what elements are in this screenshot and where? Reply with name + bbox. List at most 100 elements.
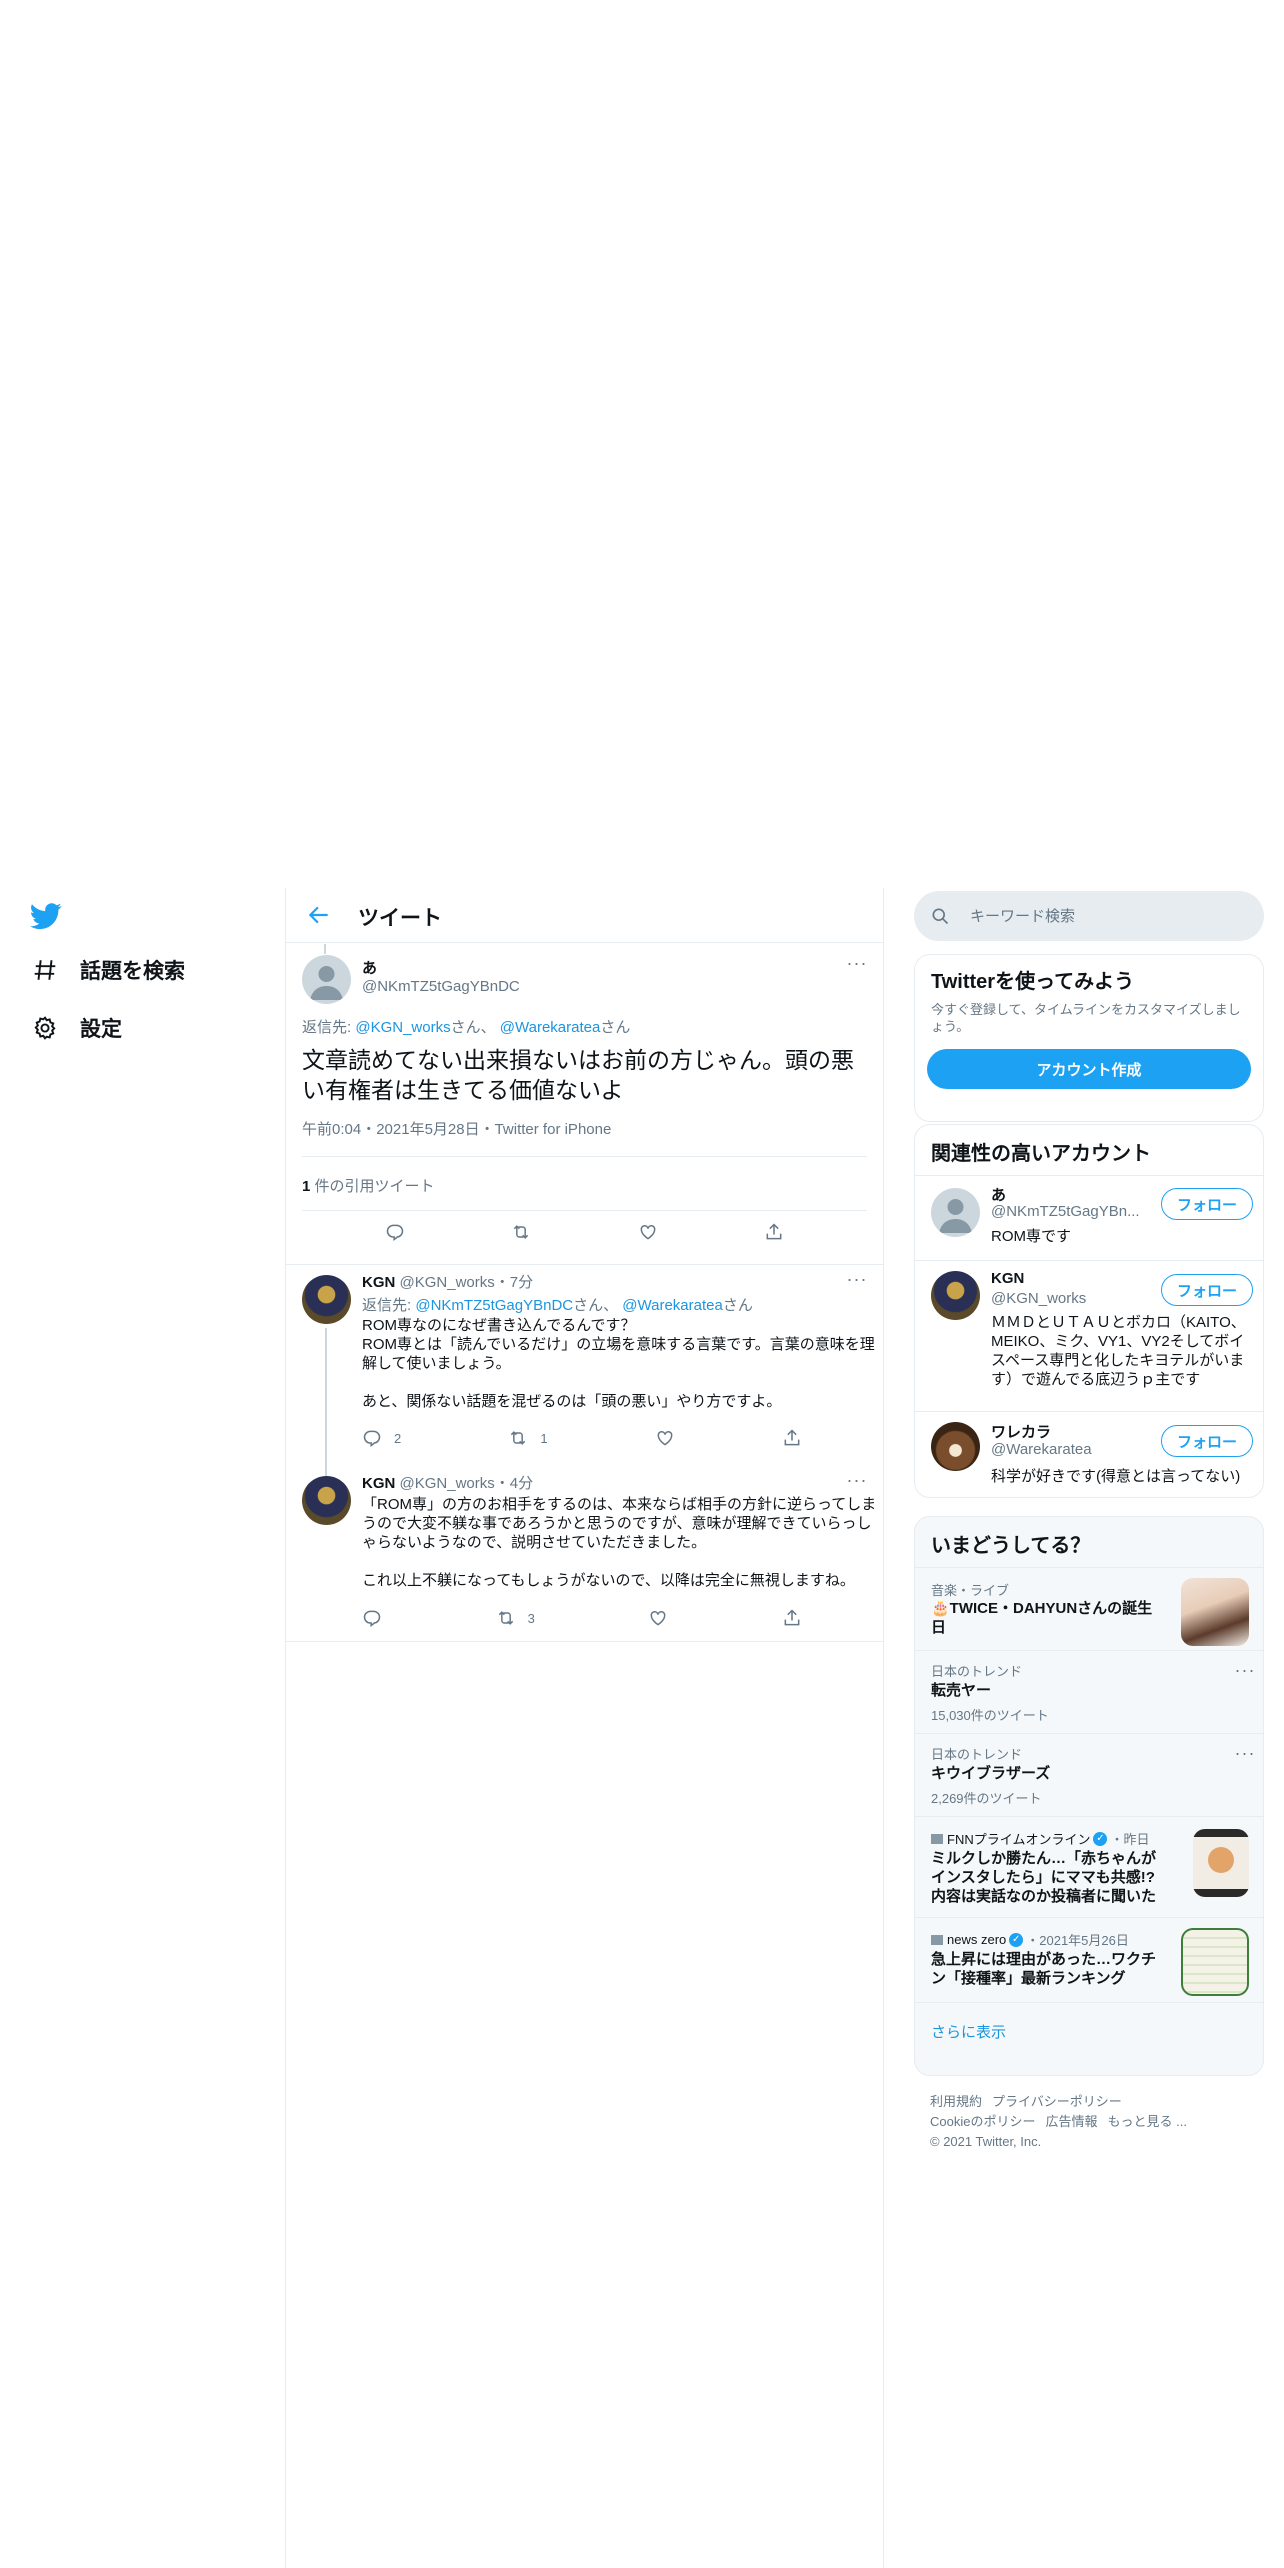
news-item[interactable]: news zero ✓ ・2021年5月26日 急上昇には理由があった…ワクチン…: [915, 1918, 1263, 2002]
avatar: [931, 1422, 980, 1471]
footer-link[interactable]: プライバシーポリシー: [992, 2094, 1122, 2109]
share-icon[interactable]: [782, 1608, 802, 1628]
search-icon: [930, 906, 950, 926]
avatar[interactable]: [302, 1275, 351, 1324]
main-header: ツイート: [286, 888, 883, 943]
reply-button[interactable]: 2: [362, 1428, 401, 1448]
retweet-button[interactable]: 3: [496, 1608, 535, 1628]
news-thumbnail: [1193, 1829, 1249, 1897]
avatar[interactable]: [302, 1476, 351, 1525]
mention-link[interactable]: @Warekaratea: [622, 1297, 723, 1314]
author-handle[interactable]: @KGN_works: [400, 1274, 495, 1291]
nav-item-label: 設定: [80, 1018, 122, 1041]
author-handle[interactable]: @NKmTZ5tGagYBnDC: [362, 978, 520, 995]
trend-context: 日本のトレンド: [931, 1747, 1023, 1762]
trend-item[interactable]: 音楽・ライブ 🎂TWICE・DAHYUNさんの誕生日: [915, 1568, 1263, 1650]
mention-link[interactable]: @Warekaratea: [500, 1019, 601, 1036]
mention-link[interactable]: @KGN_works: [355, 1019, 450, 1036]
divider: [915, 2002, 1263, 2003]
reply-icon[interactable]: [362, 1608, 382, 1628]
account-handle: @Warekaratea: [991, 1441, 1092, 1458]
news-source-row: FNNプライムオンライン ✓ ・昨日: [931, 1829, 1149, 1848]
author-name[interactable]: KGN: [362, 1274, 395, 1291]
footer-links: 利用規約 プライバシーポリシー Cookieのポリシー 広告情報 もっと見る ... …: [930, 2092, 1197, 2152]
tweet-text: ROM専なのになぜ書き込んでるんです？ ROM専とは「読んでいるだけ」の立場を意…: [362, 1317, 875, 1410]
share-icon[interactable]: [782, 1428, 802, 1448]
verified-badge-icon: ✓: [1009, 1932, 1024, 1947]
retweet-icon[interactable]: [511, 1222, 531, 1242]
verified-badge-icon: ✓: [1093, 1831, 1108, 1846]
account-handle: @KGN_works: [991, 1290, 1087, 1307]
footer-link[interactable]: 利用規約: [930, 2094, 982, 2109]
search-box[interactable]: [914, 891, 1264, 941]
tweet-time[interactable]: ・4分: [495, 1475, 533, 1492]
gear-icon: [30, 1013, 60, 1043]
author-name[interactable]: KGN: [362, 1475, 395, 1492]
more-options-icon[interactable]: ···: [1233, 1744, 1257, 1770]
more-options-icon[interactable]: ···: [845, 1471, 869, 1497]
trend-item[interactable]: 日本のトレンド キウイブラザーズ 2,269件のツイート ···: [915, 1734, 1263, 1816]
account-name: KGN: [991, 1270, 1025, 1287]
more-options-icon[interactable]: ···: [845, 954, 869, 980]
nav-item-label: 話題を検索: [80, 960, 185, 983]
news-logo-icon: [931, 1833, 943, 1844]
trend-title: 転売ヤー: [931, 1682, 992, 1699]
reply-icon: [363, 1430, 381, 1447]
nav-item-explore[interactable]: 話題を検索: [30, 950, 185, 990]
like-icon[interactable]: [638, 1222, 658, 1242]
avatar[interactable]: [302, 955, 351, 1004]
tweet-meta[interactable]: 午前0:04・2021年5月28日・Twitter for iPhone: [302, 1118, 611, 1139]
tweet-actions: [286, 1222, 883, 1242]
follow-button[interactable]: フォロー: [1161, 1274, 1253, 1306]
back-arrow-icon[interactable]: [306, 902, 332, 928]
news-thumbnail: [1181, 1928, 1249, 1996]
quote-tweet-count[interactable]: 1 件の引用ツイート: [302, 1175, 435, 1196]
card-title: Twitterを使ってみよう: [931, 971, 1135, 993]
like-icon[interactable]: [655, 1428, 675, 1448]
footer-link[interactable]: Cookieのポリシー: [930, 2114, 1035, 2129]
twitter-bird-icon[interactable]: [29, 900, 62, 932]
account-name: あ: [991, 1187, 1007, 1204]
trend-context: 日本のトレンド: [931, 1664, 1023, 1679]
more-options-icon[interactable]: ···: [1233, 1661, 1257, 1687]
tweet-actions: 2 1: [362, 1428, 862, 1448]
footer-more-link[interactable]: もっと見る ...: [1107, 2114, 1186, 2129]
account-bio: ROM専です: [991, 1228, 1071, 1245]
retweet-button[interactable]: 1: [508, 1428, 548, 1448]
retweet-icon: [498, 1611, 513, 1625]
trend-item[interactable]: 日本のトレンド 転売ヤー 15,030件のツイート ···: [915, 1651, 1263, 1733]
like-icon[interactable]: [648, 1608, 668, 1628]
hashtag-icon: [30, 955, 60, 985]
account-item[interactable]: あ @NKmTZ5tGagYBn... ROM専です フォロー: [915, 1176, 1263, 1260]
account-item[interactable]: ワレカラ @Warekaratea 科学が好きです(得意とは言ってない) フォロ…: [915, 1412, 1263, 1497]
news-title: 急上昇には理由があった…ワクチン「接種率」最新ランキング: [931, 1951, 1157, 1987]
avatar: [931, 1188, 980, 1237]
mention-link[interactable]: @NKmTZ5tGagYBnDC: [415, 1297, 573, 1314]
news-source-row: news zero ✓ ・2021年5月26日: [931, 1930, 1129, 1949]
footer-link[interactable]: 広告情報: [1045, 2114, 1097, 2129]
news-title: ミルクしか勝たん…「赤ちゃんがインスタしたら」にママも共感!? 内容は実話なのか…: [931, 1850, 1157, 1905]
news-item[interactable]: FNNプライムオンライン ✓ ・昨日 ミルクしか勝たん…「赤ちゃんがインスタした…: [915, 1817, 1263, 1917]
reply-icon[interactable]: [385, 1222, 405, 1242]
signup-card: Twitterを使ってみよう 今すぐ登録して、タイムラインをカスタマイズしましょ…: [914, 954, 1264, 1122]
follow-button[interactable]: フォロー: [1161, 1425, 1253, 1457]
follow-button[interactable]: フォロー: [1161, 1188, 1253, 1220]
more-options-icon[interactable]: ···: [845, 1270, 869, 1296]
column-divider: [883, 888, 884, 2568]
reply-context: 返信先: @NKmTZ5tGagYBnDCさん、 @Warekarateaさん: [362, 1297, 753, 1314]
share-icon[interactable]: [764, 1222, 784, 1242]
search-input[interactable]: [970, 904, 1250, 928]
author-handle[interactable]: @KGN_works: [400, 1475, 495, 1492]
signup-description: 今すぐ登録して、タイムラインをカスタマイズしましょう。: [931, 1002, 1241, 1034]
trend-tweet-count: 2,269件のツイート: [931, 1791, 1042, 1806]
tweet-text: 「ROM専」の方のお相手をするのは、本来ならば相手の方針に逆らってしまうので大変…: [362, 1496, 877, 1589]
tweet-time[interactable]: ・7分: [495, 1274, 533, 1291]
account-item[interactable]: KGN @KGN_works ＭＭＤとＵＴＡＵとボカロ（KAITO、MEIKO、…: [915, 1261, 1263, 1411]
create-account-button[interactable]: アカウント作成: [927, 1049, 1251, 1089]
show-more-link[interactable]: さらに表示: [931, 2021, 1006, 2042]
card-title: 関連性の高いアカウント: [931, 1143, 1151, 1165]
author-name[interactable]: あ: [362, 957, 377, 978]
divider: [302, 1156, 867, 1157]
trend-thumbnail: [1181, 1578, 1249, 1646]
nav-item-settings[interactable]: 設定: [30, 1008, 122, 1048]
